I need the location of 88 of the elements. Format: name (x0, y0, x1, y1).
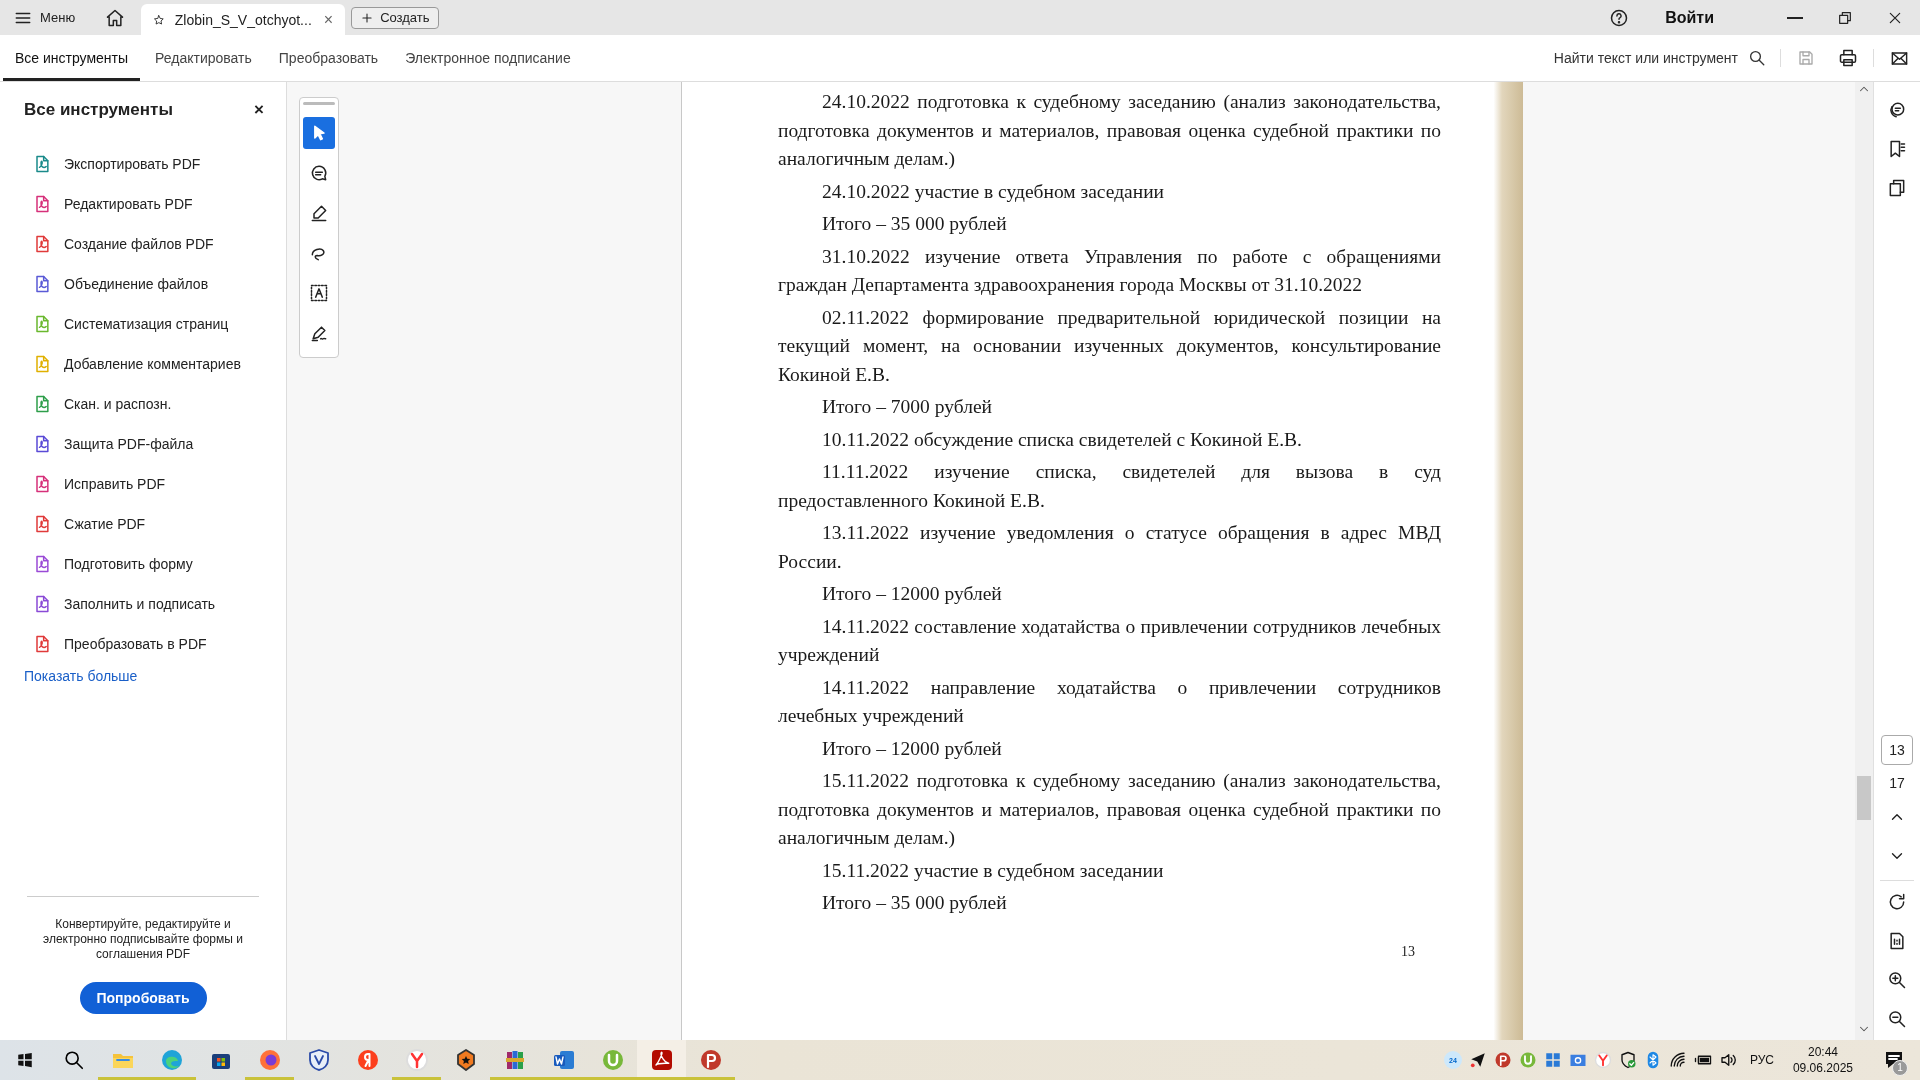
page-number-field[interactable]: 13 (1881, 735, 1913, 765)
document-paragraph: 14.11.2022 составление ходатайства о привлечении сотрудников лечебных учреждений (778, 614, 1441, 667)
input-language[interactable]: РУС (1749, 1053, 1774, 1067)
tool-item[interactable]: Экспортировать PDF (0, 144, 286, 184)
tool-item[interactable]: Скан. и распозн. (0, 384, 286, 424)
tool-item[interactable]: Исправить PDF (0, 464, 286, 504)
tool-item[interactable]: Объединение файлов (0, 264, 286, 304)
minimize-icon (1787, 16, 1803, 19)
zoom-in-icon (1887, 970, 1907, 990)
tool-item[interactable]: Добавление комментариев (0, 344, 286, 384)
page-icon (1887, 931, 1907, 951)
create-button[interactable]: Создать (351, 6, 439, 29)
page-number: 13 (1401, 943, 1415, 960)
tab-close-button[interactable]: × (321, 10, 336, 29)
toolbar-tab[interactable]: Редактировать (143, 35, 264, 81)
find-tool-button[interactable]: Найти текст или инструмент (1543, 35, 1776, 81)
p-logo-icon (698, 1048, 723, 1072)
letter-circle-icon (355, 1048, 380, 1072)
y-logo-icon[interactable] (1593, 1051, 1612, 1069)
restore-icon (1837, 9, 1853, 26)
try-button[interactable]: Попробовать (79, 982, 207, 1014)
document-paragraph: Итого – 7000 рублей (821, 395, 993, 419)
scrollbar-thumb[interactable] (1857, 776, 1871, 820)
speaker-icon[interactable] (1718, 1051, 1737, 1069)
taskbar-app-button[interactable] (637, 1040, 686, 1080)
clock-date[interactable]: 09.06.2025 (1792, 1060, 1853, 1076)
help-icon (1609, 7, 1630, 28)
word-icon (551, 1048, 576, 1072)
document-paragraph: 31.10.2022 изучение ответа Управления по работе с обращениями граждан Департамента здравоохранения города Москвы от 31.10.2022 (778, 244, 1441, 297)
rotate-icon (1887, 892, 1907, 912)
panel-title: Все инструменты (24, 100, 173, 120)
tool-item[interactable]: Создание файлов PDF (0, 224, 286, 264)
tab-title: Zlobin_S_V_otchyot... (174, 11, 312, 28)
plus-icon (360, 10, 375, 25)
comment-stack-icon (1887, 100, 1907, 120)
document-paragraph: Итого – 12000 рублей (821, 736, 1003, 761)
comment-icon (309, 163, 329, 183)
u-logo-icon (600, 1048, 625, 1072)
clock-time[interactable]: 20:44 (1807, 1044, 1838, 1060)
document-paragraph: 10.11.2022 обсуждение списка свидетелей с Кокиной Е.В. (821, 427, 1303, 452)
notification-count: 1 (1892, 1060, 1908, 1076)
tool-item[interactable]: Подготовить форму (0, 544, 286, 584)
pages-icon (1887, 178, 1907, 198)
show-more-link[interactable]: Показать больше (24, 668, 138, 684)
panel-close-button[interactable]: × (254, 100, 264, 120)
promo-text: Конвертируйте, редактируйте и электронно подписывайте формы и соглашения PDF (42, 917, 244, 962)
home-icon (105, 7, 126, 28)
document-paragraph: Итого – 35 000 рублей (821, 891, 1008, 915)
document-paragraph: 15.11.2022 подготовка к судебному заседанию (анализ законодательства, подготовка документов и материалов, правовая оценка судебной практики по аналогичным делам.) (778, 769, 1441, 850)
save-icon (1797, 49, 1815, 67)
paper-plane-icon[interactable] (1468, 1051, 1487, 1069)
pen-icon (309, 203, 329, 223)
sign-in-button[interactable]: Войти (1659, 7, 1720, 28)
shield-icon (306, 1048, 331, 1072)
toolbar-tab[interactable]: Электронное подписание (393, 35, 583, 81)
zoom-out-icon (1887, 1009, 1907, 1029)
search-icon (1748, 49, 1766, 67)
document-paragraph: 24.10.2022 участие в судебном заседании (821, 179, 1166, 204)
tool-item[interactable]: Редактировать PDF (0, 184, 286, 224)
document-paragraph: 14.11.2022 направление ходатайства о привлечении сотрудников лечебных учреждений (778, 675, 1441, 728)
y-logo-icon (404, 1048, 429, 1072)
tool-item[interactable]: Преобразовать в PDF (0, 624, 286, 664)
print-icon (1838, 48, 1858, 68)
tiles-icon[interactable] (1543, 1051, 1562, 1069)
document-paragraph: Итого – 35 000 рублей (821, 212, 1008, 236)
document-paragraph: 15.11.2022 участие в судебном заседании (821, 858, 1165, 883)
document-paragraph: 24.10.2022 подготовка к судебному заседанию (анализ законодательства, подготовка документов и материалов, правовая оценка судебной практики по аналогичным делам.) (778, 90, 1441, 171)
text-select-icon (309, 283, 329, 303)
tool-item[interactable]: Заполнить и подписать (0, 584, 286, 624)
document-paragraph: 11.11.2022 изучение списка, свидетелей для вызова в суд предоставленного Кокиной Е.В. (778, 460, 1441, 513)
wifi-icon[interactable] (1668, 1051, 1687, 1069)
pen-nib-icon (309, 323, 329, 343)
tool-item[interactable]: Защита PDF-файла (0, 424, 286, 464)
shield-check-icon[interactable] (1618, 1051, 1637, 1069)
p-logo-icon[interactable] (1493, 1051, 1512, 1069)
tool-item[interactable]: Сжатие PDF (0, 504, 286, 544)
menu-button[interactable]: Меню (0, 0, 90, 35)
search-icon (62, 1049, 85, 1071)
bookmark-icon (1887, 139, 1907, 159)
tool-item[interactable]: Систематизация страниц (0, 304, 286, 344)
document-paragraph: 13.11.2022 изучение уведомления о статусе обращения в адрес МВД России. (778, 521, 1441, 574)
total-pages: 17 (1889, 775, 1905, 791)
palette-grip[interactable] (303, 102, 335, 105)
document-paragraph: 02.11.2022 формирование предварительной юридической позиции на текущий момент, на основании изученных документов, консультирование Кокиной Е.В. (778, 305, 1441, 387)
toolbar-tab[interactable]: Преобразовать (266, 35, 391, 81)
document-tab[interactable]: Zlobin_S_V_otchyot... × (141, 4, 346, 35)
windows-logo-icon (15, 1051, 34, 1069)
document-paragraph: Итого – 12000 рублей (821, 582, 1003, 606)
